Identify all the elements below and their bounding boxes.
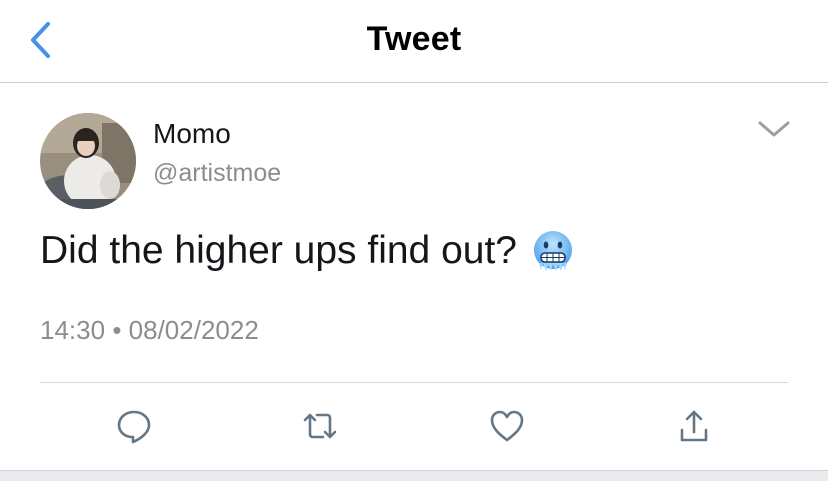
reply-button[interactable] xyxy=(114,406,154,446)
timestamp-separator: • xyxy=(112,315,122,345)
avatar[interactable] xyxy=(40,113,136,209)
author-name[interactable]: Momo xyxy=(153,118,231,150)
comment-icon xyxy=(117,410,151,444)
tweet-detail-screen: Tweet Momo @artistmoe Did the higher ups… xyxy=(0,0,828,481)
tweet-timestamp: 14:30 • 08/02/2022 xyxy=(40,315,259,346)
page-title: Tweet xyxy=(366,20,462,58)
share-button[interactable] xyxy=(674,406,714,446)
avatar-photo xyxy=(40,113,136,209)
cold-face-emoji xyxy=(534,231,572,271)
retweet-icon xyxy=(303,413,337,439)
retweet-button[interactable] xyxy=(300,406,340,446)
like-button[interactable] xyxy=(487,406,527,446)
actions-divider xyxy=(40,382,788,383)
tweet-body: Did the higher ups find out? xyxy=(40,229,517,272)
heart-icon xyxy=(490,410,524,442)
bottom-separator xyxy=(0,470,828,481)
tweet-text: Did the higher ups find out? xyxy=(40,229,575,273)
more-options-button[interactable] xyxy=(752,112,796,146)
tweet-date: 08/02/2022 xyxy=(128,315,259,345)
tweet-time: 14:30 xyxy=(40,315,106,345)
navigation-header: Tweet xyxy=(0,0,828,83)
share-icon xyxy=(680,410,708,442)
chevron-down-icon xyxy=(758,121,790,137)
author-handle[interactable]: @artistmoe xyxy=(153,159,281,188)
